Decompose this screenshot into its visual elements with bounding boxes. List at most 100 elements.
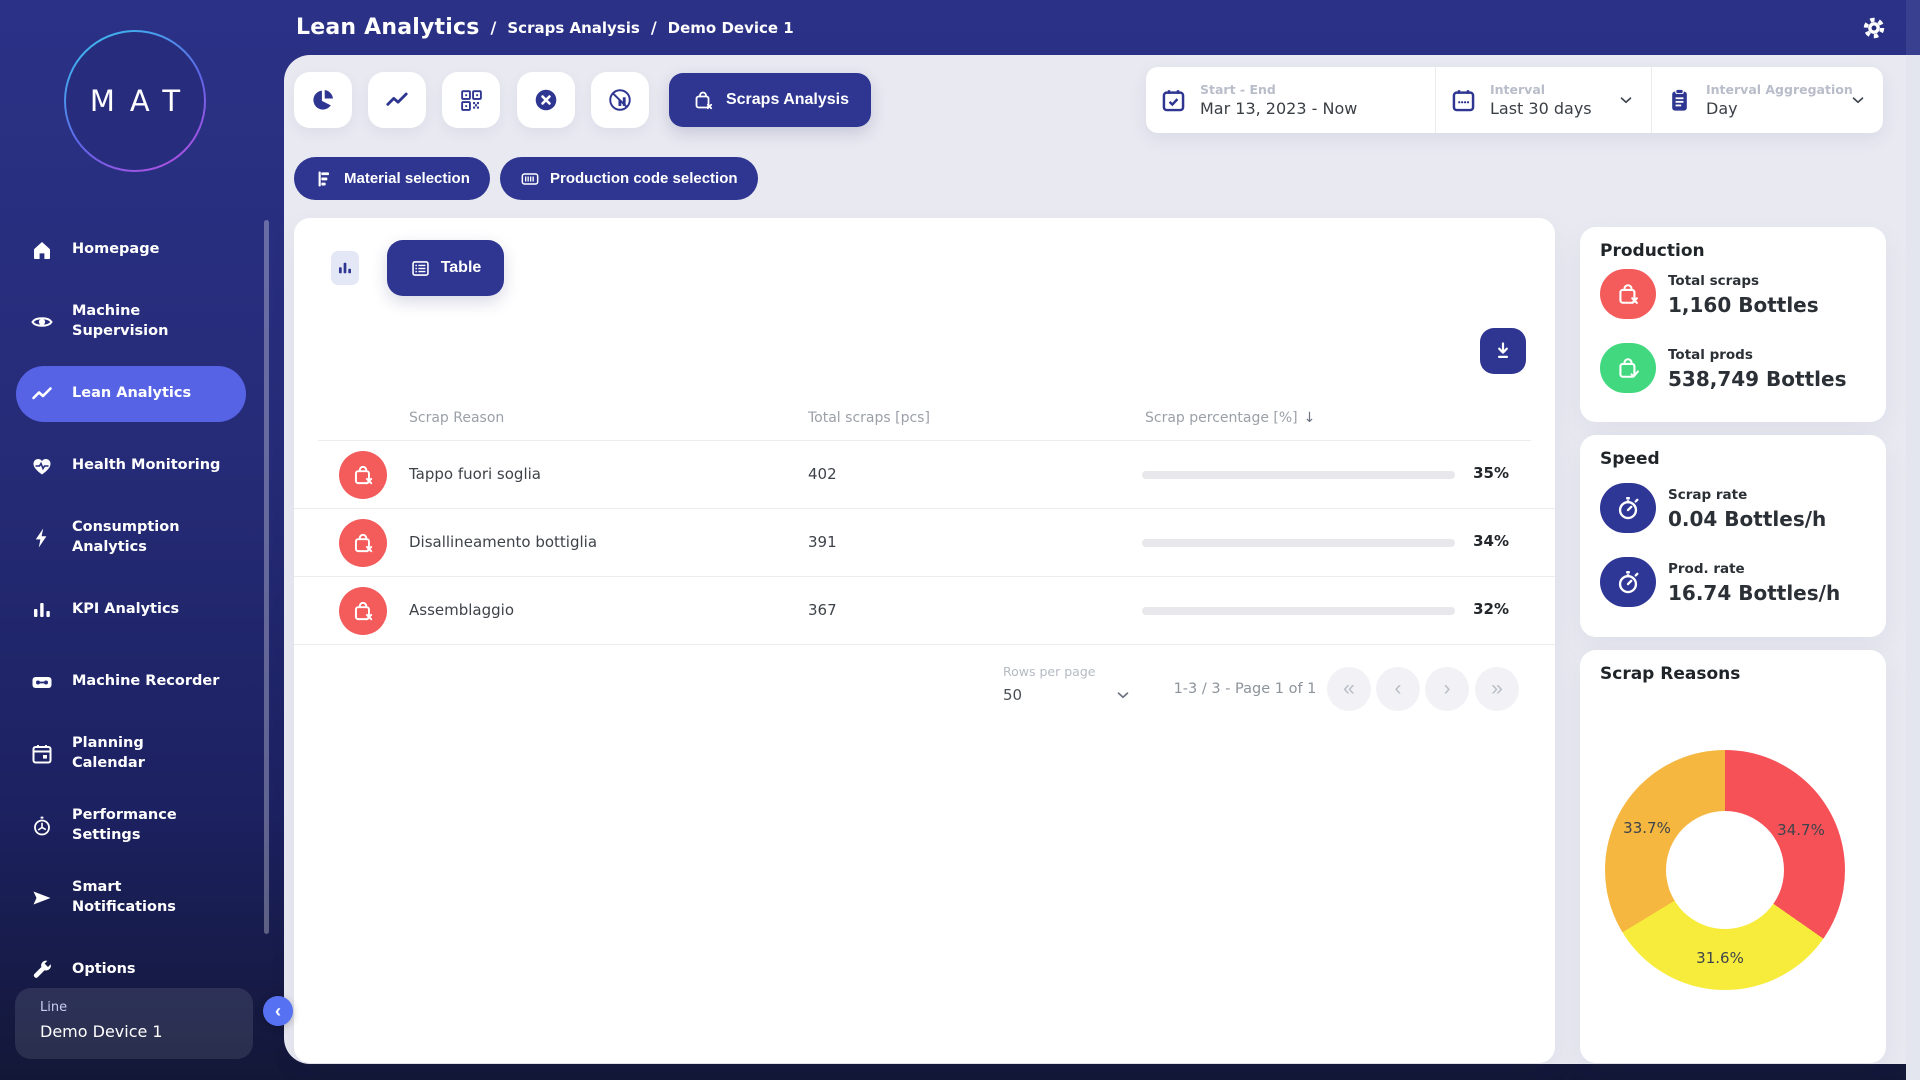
total-scraps-cell: 402 [808, 465, 837, 483]
percentage-cell: 35% [1473, 464, 1509, 482]
view-trend-button[interactable] [368, 72, 426, 128]
material-selection-label: Material selection [344, 170, 470, 187]
topbar: Lean Analytics / Scraps Analysis / Demo … [296, 0, 794, 55]
chevron-down-icon[interactable] [1114, 686, 1132, 704]
sidebar-scrollbar[interactable] [264, 220, 269, 934]
chevron-down-icon[interactable] [1617, 91, 1635, 109]
total-scraps-cell: 391 [808, 533, 837, 551]
trend-line-icon [384, 87, 410, 113]
sidebar-item-machine-recorder[interactable]: Machine Recorder [0, 646, 284, 718]
scrap-bag-icon [1600, 269, 1656, 319]
production-title: Production [1600, 241, 1705, 261]
sidebar-item-smart-notifications[interactable]: Smart Notifications [0, 862, 284, 934]
device-selector[interactable]: Line Demo Device 1 [15, 988, 253, 1059]
sidebar-item-planning-calendar[interactable]: Planning Calendar [0, 718, 284, 790]
speedometer-icon [30, 814, 54, 838]
trend-line-icon [30, 382, 54, 406]
chart-view-toggle-button[interactable] [331, 251, 359, 285]
production-code-selection-button[interactable]: Production code selection [500, 157, 758, 200]
pagination-range-label: 1-3 / 3 - Page 1 of 1 [1142, 681, 1348, 697]
sidebar-item-label: Machine Supervision [72, 302, 168, 341]
sidebar-item-label: Health Monitoring [72, 456, 220, 476]
start-end-value: Mar 13, 2023 - Now [1200, 99, 1357, 118]
scrap-reason-cell: Assemblaggio [409, 601, 514, 619]
sidebar-item-performance-settings[interactable]: Performance Settings [0, 790, 284, 862]
start-end-filter[interactable]: Start - End Mar 13, 2023 - Now [1146, 67, 1435, 133]
device-selector-label: Line [40, 1000, 253, 1015]
first-page-button[interactable]: « [1327, 667, 1371, 711]
column-header-total-scraps[interactable]: Total scraps [pcs] [808, 410, 930, 426]
download-button[interactable] [1480, 328, 1526, 374]
table-row: Disallineamento bottiglia 391 34% [294, 509, 1555, 577]
sidebar-item-label: Consumption Analytics [72, 518, 180, 557]
scrap-reasons-title: Scrap Reasons [1600, 664, 1740, 684]
next-page-button[interactable]: › [1425, 667, 1469, 711]
table-view-button[interactable]: Table [387, 240, 504, 296]
scraps-analysis-tab[interactable]: Scraps Analysis [669, 73, 871, 127]
view-qr-code-button[interactable] [442, 72, 500, 128]
sidebar-item-health-monitoring[interactable]: Health Monitoring [0, 430, 284, 502]
sidebar-item-label: Lean Analytics [72, 384, 191, 404]
donut-label-orange: 33.7% [1623, 819, 1671, 837]
rows-per-page-label: Rows per page [1003, 664, 1095, 679]
rows-per-page-select[interactable]: 50 [1003, 686, 1022, 704]
total-scraps-value: 1,160 Bottles [1668, 293, 1819, 317]
no-data-chart-icon [607, 87, 633, 113]
material-selection-button[interactable]: Material selection [294, 157, 490, 200]
home-icon [30, 238, 54, 262]
settings-gear-icon[interactable] [1860, 14, 1888, 42]
last-page-button[interactable]: » [1475, 667, 1519, 711]
stopwatch-icon [1600, 483, 1656, 533]
breadcrumb-separator: / [651, 18, 657, 37]
donut-label-yellow: 31.6% [1696, 949, 1744, 967]
scrap-bag-icon [339, 451, 387, 499]
view-cancel-button[interactable] [517, 72, 575, 128]
material-icon [314, 169, 334, 189]
sidebar-item-lean-analytics[interactable]: Lean Analytics [16, 366, 246, 422]
recorder-icon [30, 670, 54, 694]
interval-filter[interactable]: Interval Last 30 days [1435, 67, 1651, 133]
total-prods-label: Total prods [1668, 347, 1753, 363]
interval-label: Interval [1490, 82, 1592, 97]
page-scrollbar[interactable] [1906, 0, 1920, 1080]
percentage-bar [1142, 471, 1455, 479]
main-panel: Scraps Analysis Start - End Mar 13, 2023… [284, 55, 1906, 1064]
breadcrumb-scraps-analysis: Scraps Analysis [507, 19, 639, 37]
percentage-cell: 34% [1473, 532, 1509, 550]
prod-bag-check-icon [1600, 343, 1656, 393]
scrap-bag-icon [339, 519, 387, 567]
sidebar-collapse-button[interactable]: ‹ [263, 996, 293, 1026]
start-end-label: Start - End [1200, 82, 1357, 97]
qr-code-icon [459, 88, 484, 113]
view-no-data-button[interactable] [591, 72, 649, 128]
sidebar-item-label: Planning Calendar [72, 734, 145, 773]
scrap-bag-icon [691, 88, 715, 112]
table-view-label: Table [441, 259, 482, 277]
interval-aggregation-label: Interval Aggregation [1706, 82, 1853, 97]
column-header-scrap-reason[interactable]: Scrap Reason [409, 410, 504, 426]
sidebar-item-label: Smart Notifications [72, 878, 176, 917]
scraps-analysis-label: Scraps Analysis [726, 91, 849, 109]
chevron-down-icon[interactable] [1849, 91, 1867, 109]
production-card: Production Total scraps 1,160 Bottles To… [1580, 227, 1886, 422]
column-header-scrap-percentage[interactable]: Scrap percentage [%]↓ [1145, 410, 1315, 426]
previous-page-button[interactable]: ‹ [1376, 667, 1420, 711]
scrap-reason-cell: Disallineamento bottiglia [409, 533, 597, 551]
view-pie-chart-button[interactable] [294, 72, 352, 128]
scrap-rate-value: 0.04 Bottles/h [1668, 507, 1826, 531]
table-row: Assemblaggio 367 32% [294, 577, 1555, 645]
total-prods-value: 538,749 Bottles [1668, 367, 1847, 391]
scrap-reason-cell: Tappo fuori soglia [409, 465, 541, 483]
donut-hole [1666, 811, 1784, 929]
table-row: Tappo fuori soglia 402 35% [294, 441, 1555, 509]
sidebar-item-machine-supervision[interactable]: Machine Supervision [0, 286, 284, 358]
production-code-selection-label: Production code selection [550, 170, 738, 187]
sidebar-item-kpi-analytics[interactable]: KPI Analytics [0, 574, 284, 646]
sidebar-item-label: Performance Settings [72, 806, 177, 845]
sidebar-item-homepage[interactable]: Homepage [0, 214, 284, 286]
prod-rate-label: Prod. rate [1668, 561, 1745, 577]
sidebar-item-consumption-analytics[interactable]: Consumption Analytics [0, 502, 284, 574]
sort-desc-icon: ↓ [1304, 410, 1316, 426]
percentage-bar [1142, 607, 1455, 615]
interval-aggregation-filter[interactable]: Interval Aggregation Day [1651, 67, 1883, 133]
